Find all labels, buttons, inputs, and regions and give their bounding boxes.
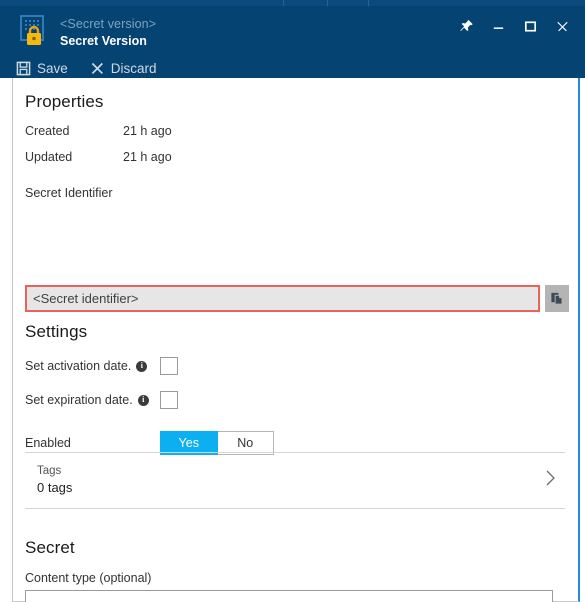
cross-icon bbox=[90, 61, 105, 76]
save-button[interactable]: Save bbox=[16, 61, 68, 76]
expiration-date-checkbox[interactable] bbox=[160, 391, 178, 409]
created-label: Created bbox=[25, 124, 70, 138]
content-type-input[interactable] bbox=[25, 590, 553, 602]
created-value: 21 h ago bbox=[123, 124, 172, 138]
info-icon[interactable]: i bbox=[137, 394, 149, 406]
settings-heading: Settings bbox=[25, 322, 88, 341]
properties-heading: Properties bbox=[25, 92, 104, 111]
secret-version-window: <Secret version> Secret Version Save Dis… bbox=[0, 0, 585, 602]
activation-date-row: Set activation date. i bbox=[25, 356, 565, 376]
minimize-icon[interactable] bbox=[483, 14, 513, 38]
discard-button[interactable]: Discard bbox=[90, 61, 157, 76]
secret-lock-icon bbox=[18, 14, 52, 48]
expiration-date-label: Set expiration date. bbox=[25, 393, 133, 407]
content-type-label: Content type (optional) bbox=[25, 571, 152, 585]
window-title-group: <Secret version> Secret Version bbox=[60, 16, 156, 49]
copy-icon[interactable] bbox=[545, 285, 569, 312]
maximize-icon[interactable] bbox=[515, 14, 545, 38]
window-subtitle: <Secret version> bbox=[60, 17, 157, 31]
updated-label: Updated bbox=[25, 150, 73, 164]
tags-texts: Tags 0 tags bbox=[25, 464, 72, 497]
window-title: Secret Version bbox=[60, 34, 147, 48]
tags-count: 0 tags bbox=[37, 480, 73, 495]
property-row-created: Created 21 h ago bbox=[25, 124, 565, 138]
activation-date-label: Set activation date. bbox=[25, 359, 132, 373]
window-controls bbox=[451, 14, 577, 38]
secret-section: Secret Content type (optional) Show secr… bbox=[25, 538, 565, 602]
save-disk-icon bbox=[16, 61, 31, 76]
secret-identifier-input[interactable]: <Secret identifier> bbox=[25, 285, 540, 312]
updated-value: 21 h ago bbox=[123, 150, 172, 164]
properties-section: Properties Created 21 h ago Updated 21 h… bbox=[25, 92, 565, 200]
content-panel: Properties Created 21 h ago Updated 21 h… bbox=[12, 78, 580, 602]
activation-date-checkbox[interactable] bbox=[160, 357, 178, 375]
secret-heading: Secret bbox=[25, 538, 75, 557]
enabled-label: Enabled bbox=[25, 436, 71, 450]
window-header: <Secret version> Secret Version Save Dis… bbox=[0, 6, 585, 78]
close-icon[interactable] bbox=[547, 14, 577, 38]
tags-title: Tags bbox=[37, 465, 62, 477]
activation-date-label-group: Set activation date. i bbox=[25, 359, 160, 373]
expiration-date-label-group: Set expiration date. i bbox=[25, 393, 160, 407]
chevron-right-icon bbox=[544, 468, 565, 493]
info-icon[interactable]: i bbox=[136, 360, 148, 372]
secret-identifier-label: Secret Identifier bbox=[25, 186, 113, 200]
settings-section: Settings Set activation date. i Set expi… bbox=[25, 322, 565, 455]
tags-row[interactable]: Tags 0 tags bbox=[25, 452, 565, 509]
save-label: Save bbox=[37, 60, 68, 76]
secret-identifier-row: <Secret identifier> bbox=[25, 285, 569, 312]
pin-icon[interactable] bbox=[451, 14, 481, 38]
expiration-date-row: Set expiration date. i bbox=[25, 390, 565, 410]
property-row-updated: Updated 21 h ago bbox=[25, 150, 565, 164]
discard-label: Discard bbox=[110, 60, 157, 76]
